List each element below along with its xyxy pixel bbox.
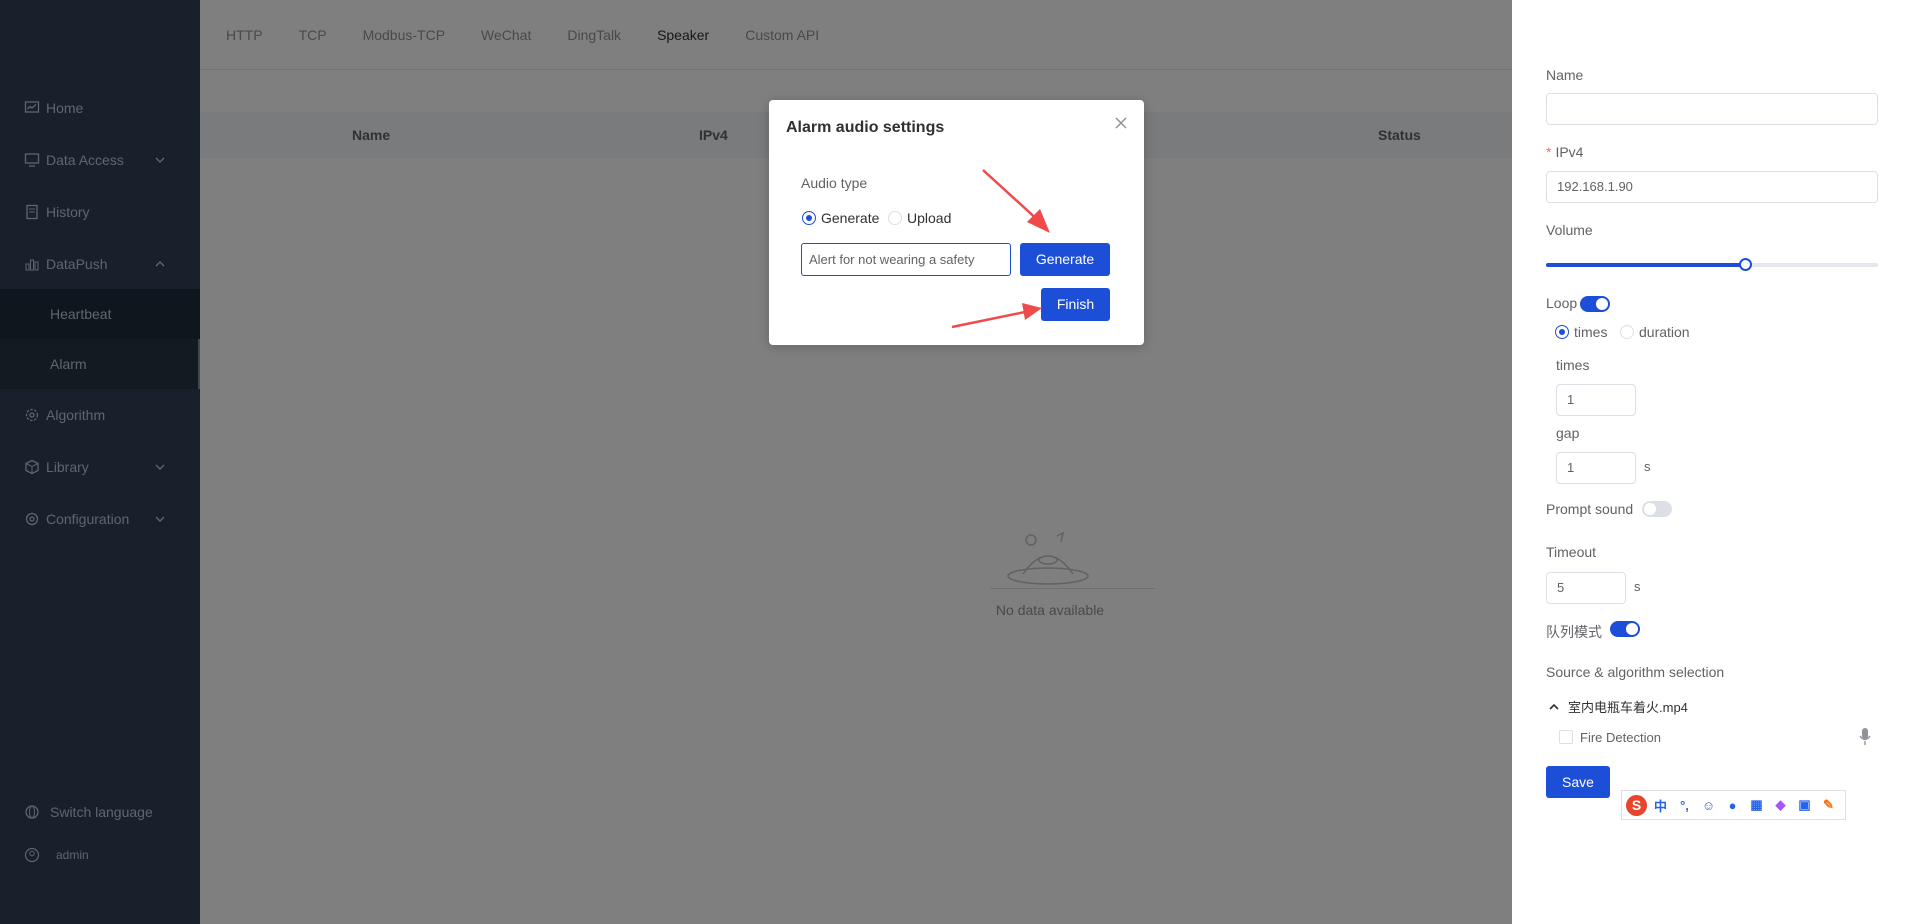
voice-icon[interactable]: ●	[1722, 795, 1743, 816]
toolbox-icon[interactable]: ▣	[1794, 795, 1815, 816]
annotation-arrows	[951, 169, 1050, 329]
chinese-mode-button[interactable]: 中	[1650, 795, 1671, 816]
skin-icon[interactable]: ◆	[1770, 795, 1791, 816]
sogou-logo-icon[interactable]: S	[1626, 794, 1647, 816]
punctuation-button[interactable]: °,	[1674, 795, 1695, 816]
more-icon[interactable]: ✎	[1818, 795, 1839, 816]
arrow-to-generate	[982, 169, 1041, 223]
arrow-to-finish	[951, 310, 1026, 329]
keyboard-icon[interactable]: ▦	[1746, 795, 1767, 816]
ime-toolbar: S 中 °, ☺ ● ▦ ◆ ▣ ✎	[1621, 790, 1846, 820]
emoji-icon[interactable]: ☺	[1698, 795, 1719, 816]
arrow-head	[1022, 303, 1042, 320]
